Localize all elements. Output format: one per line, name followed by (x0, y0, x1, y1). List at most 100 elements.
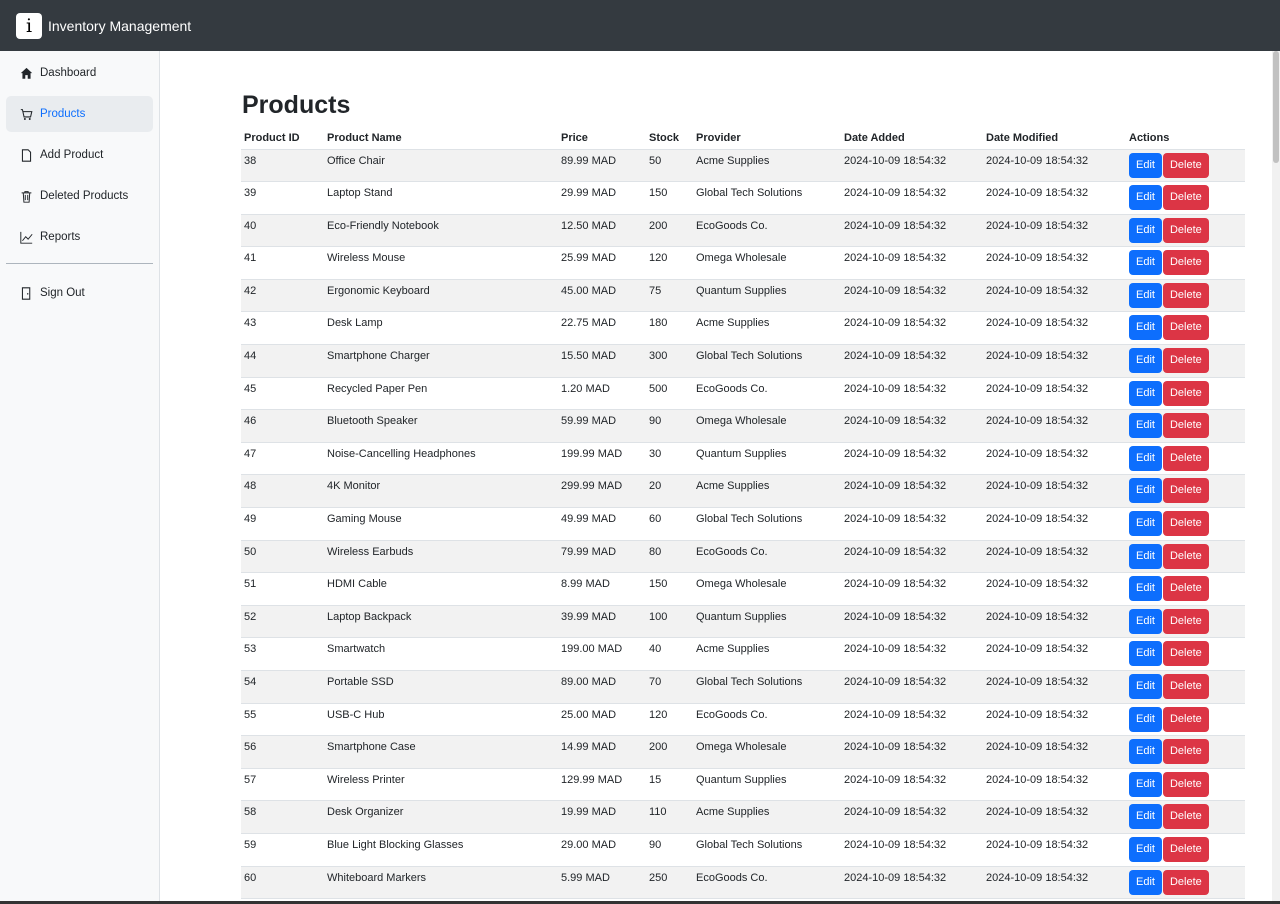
app-title[interactable]: Inventory Management (48, 18, 191, 34)
edit-button[interactable]: Edit (1129, 543, 1162, 569)
edit-button[interactable]: Edit (1129, 315, 1162, 341)
delete-button[interactable]: Delete (1162, 706, 1209, 732)
actions-cell: Edit Delete (1126, 800, 1245, 834)
edit-button[interactable]: Edit (1129, 152, 1162, 178)
edit-button[interactable]: Edit (1129, 185, 1162, 211)
date-added-cell: 2024-10-09 18:54:32 (841, 800, 983, 834)
delete-button[interactable]: Delete (1162, 282, 1209, 308)
edit-button[interactable]: Edit (1129, 511, 1162, 537)
date-modified-cell: 2024-10-09 18:54:32 (983, 540, 1126, 574)
edit-button[interactable]: Edit (1129, 217, 1162, 243)
delete-button[interactable]: Delete (1162, 445, 1209, 471)
delete-button[interactable]: Delete (1162, 543, 1209, 569)
sidebar-item-label: Dashboard (40, 67, 97, 79)
provider-cell: Omega Wholesale (693, 246, 841, 280)
edit-button[interactable]: Edit (1129, 674, 1162, 699)
product-name-cell: Portable SSD (324, 670, 558, 704)
edit-button[interactable]: Edit (1129, 641, 1162, 667)
date-added-cell: 2024-10-09 18:54:32 (841, 181, 983, 215)
date-modified-cell: 2024-10-09 18:54:32 (983, 442, 1126, 476)
table-row: 55 USB-C Hub 25.00 MAD 120 EcoGoods Co. 2024-… (241, 703, 1245, 737)
product-name-cell: Noise-Cancelling Headphones (324, 442, 558, 476)
table-row: 52 Laptop Backpack 39.99 MAD 100 Quantum Sup… (241, 605, 1245, 639)
date-modified-cell: 2024-10-09 18:54:32 (983, 605, 1126, 639)
scrollbar-thumb[interactable] (1273, 51, 1279, 163)
edit-button[interactable]: Edit (1129, 282, 1162, 308)
provider-cell: Quantum Supplies (693, 768, 841, 802)
edit-button[interactable]: Edit (1129, 478, 1162, 504)
edit-button[interactable]: Edit (1129, 771, 1162, 797)
date-modified-cell: 2024-10-09 18:54:32 (983, 703, 1126, 737)
edit-button[interactable]: Edit (1129, 869, 1162, 895)
provider-cell: EcoGoods Co. (693, 214, 841, 248)
edit-button[interactable]: Edit (1129, 836, 1162, 862)
top-navbar: i Inventory Management (0, 0, 1280, 51)
date-added-cell: 2024-10-09 18:54:32 (841, 344, 983, 378)
stock-cell: 180 (646, 311, 693, 346)
delete-button[interactable]: Delete (1162, 380, 1209, 406)
sidebar-item-deleted-products[interactable]: Deleted Products (6, 178, 153, 214)
sidebar-item-add-product[interactable]: Add Product (6, 137, 153, 173)
delete-button[interactable]: Delete (1162, 511, 1209, 537)
stock-cell: 150 (646, 572, 693, 606)
app-logo[interactable]: i (16, 12, 42, 39)
delete-button[interactable]: Delete (1162, 771, 1209, 797)
date-modified-cell: 2024-10-09 18:54:32 (983, 670, 1126, 704)
provider-cell: EcoGoods Co. (693, 703, 841, 737)
edit-button[interactable]: Edit (1129, 380, 1162, 406)
edit-button[interactable]: Edit (1129, 706, 1162, 732)
table-row: 42 Ergonomic Keyboard 45.00 MAD 75 Quantum S… (241, 279, 1245, 313)
sidebar-item-products[interactable]: Products (6, 96, 153, 132)
table-row: 51 HDMI Cable 8.99 MAD 150 Omega Wholesale 20… (241, 572, 1245, 606)
product-id-cell: 56 (241, 735, 324, 769)
actions-cell: Edit Delete (1126, 377, 1245, 411)
edit-button[interactable]: Edit (1129, 250, 1162, 276)
actions-cell: Edit Delete (1126, 474, 1245, 509)
table-row: 46 Bluetooth Speaker 59.99 MAD 90 Omega Whol… (241, 409, 1245, 443)
product-id-cell: 40 (241, 214, 324, 248)
product-id-cell: 59 (241, 833, 324, 867)
provider-cell: Quantum Supplies (693, 442, 841, 476)
sidebar-item-dashboard[interactable]: Dashboard (6, 55, 153, 91)
edit-button[interactable]: Edit (1129, 576, 1162, 602)
column-header: Stock (646, 127, 693, 150)
product-name-cell: Wireless Mouse (324, 246, 558, 280)
date-added-cell: 2024-10-09 18:54:32 (841, 279, 983, 313)
delete-button[interactable]: Delete (1162, 348, 1209, 374)
delete-button[interactable]: Delete (1162, 413, 1209, 439)
delete-button[interactable]: Delete (1162, 836, 1209, 862)
delete-button[interactable]: Delete (1162, 869, 1209, 895)
table-row: 48 4K Monitor 299.99 MAD 20 Acme Supplies 202… (241, 474, 1245, 509)
product-name-cell: Eco-Friendly Notebook (324, 214, 558, 248)
delete-button[interactable]: Delete (1162, 576, 1209, 602)
delete-button[interactable]: Delete (1162, 478, 1209, 504)
delete-button[interactable]: Delete (1162, 315, 1209, 341)
edit-button[interactable]: Edit (1129, 804, 1162, 830)
sign-out-button[interactable]: Sign Out (6, 275, 153, 311)
chart-line-icon (19, 230, 33, 244)
provider-cell: Acme Supplies (693, 800, 841, 834)
actions-cell: Edit Delete (1126, 833, 1245, 867)
provider-cell: Acme Supplies (693, 637, 841, 671)
date-added-cell: 2024-10-09 18:54:32 (841, 474, 983, 509)
delete-button[interactable]: Delete (1162, 674, 1209, 699)
delete-button[interactable]: Delete (1162, 804, 1209, 830)
edit-button[interactable]: Edit (1129, 445, 1162, 471)
edit-button[interactable]: Edit (1129, 413, 1162, 439)
actions-cell: Edit Delete (1126, 311, 1245, 346)
stock-cell: 60 (646, 507, 693, 541)
edit-button[interactable]: Edit (1129, 608, 1162, 634)
product-id-cell: 50 (241, 540, 324, 574)
sidebar-item-reports[interactable]: Reports (6, 219, 153, 255)
edit-button[interactable]: Edit (1129, 348, 1162, 374)
delete-button[interactable]: Delete (1162, 217, 1209, 243)
delete-button[interactable]: Delete (1162, 152, 1209, 178)
delete-button[interactable]: Delete (1162, 185, 1209, 211)
delete-button[interactable]: Delete (1162, 250, 1209, 276)
delete-button[interactable]: Delete (1162, 608, 1209, 634)
delete-button[interactable]: Delete (1162, 739, 1209, 765)
sidebar-item-label: Deleted Products (40, 190, 129, 202)
delete-button[interactable]: Delete (1162, 641, 1209, 667)
edit-button[interactable]: Edit (1129, 739, 1162, 765)
vertical-scrollbar[interactable] (1272, 51, 1280, 904)
